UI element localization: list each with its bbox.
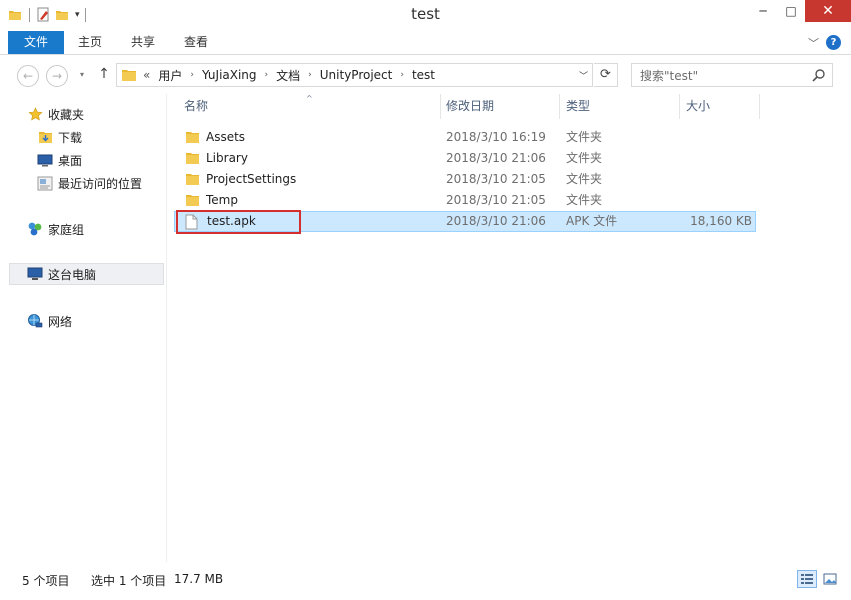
file-name: ProjectSettings (206, 172, 297, 186)
column-header-type[interactable]: 类型 (556, 94, 676, 119)
address-history-dropdown-icon[interactable]: ﹀ (579, 69, 588, 82)
breadcrumb-test[interactable]: test (412, 68, 435, 82)
file-name: Temp (206, 193, 238, 207)
nav-label: 家庭组 (48, 222, 85, 237)
nav-homegroup[interactable]: 家庭组 (26, 218, 182, 240)
pane-divider[interactable] (166, 94, 167, 562)
file-date: 2018/3/10 21:05 (446, 172, 546, 186)
large-icons-view-icon[interactable] (820, 570, 840, 588)
file-type: APK 文件 (566, 214, 618, 228)
nav-network[interactable]: 网络 (26, 310, 182, 332)
search-placeholder: 搜索"test" (640, 68, 699, 83)
chevron-right-icon[interactable]: › (400, 70, 404, 80)
file-date: 2018/3/10 21:05 (446, 193, 546, 207)
nav-favorites[interactable]: 收藏夹 (26, 103, 182, 125)
search-icon[interactable] (812, 68, 826, 85)
chevron-right-icon[interactable]: › (265, 70, 269, 80)
tab-share[interactable]: 共享 (123, 30, 163, 55)
file-name: Library (206, 151, 248, 165)
recent-places-icon (36, 175, 54, 191)
breadcrumb: 用户 › YuJiaXing › 文档 › UnityProject › tes… (158, 67, 435, 84)
help-icon[interactable]: ? (826, 35, 841, 50)
refresh-button[interactable]: ⟳ (594, 63, 618, 87)
folder-icon (121, 68, 137, 82)
tab-home[interactable]: 主页 (70, 30, 110, 55)
selection-count: 选中 1 个项目 (91, 574, 167, 588)
back-button[interactable]: ← (17, 65, 39, 87)
file-icon (185, 214, 198, 233)
chevron-right-icon[interactable]: › (308, 70, 312, 80)
nav-this-pc[interactable]: 这台电脑 (9, 263, 164, 285)
tab-file[interactable]: 文件 (8, 31, 64, 54)
close-button[interactable]: ✕ (805, 0, 851, 22)
nav-label: 这台电脑 (48, 267, 97, 282)
window-controls: ─ □ ✕ (749, 0, 851, 22)
nav-label: 网络 (48, 314, 73, 329)
nav-recent-places[interactable]: 最近访问的位置 (36, 172, 192, 194)
chevron-right-icon[interactable]: › (190, 70, 194, 80)
download-folder-icon (36, 129, 54, 145)
breadcrumb-yujiaxing[interactable]: YuJiaXing (202, 68, 257, 82)
navigation-bar: ← → ▾ ↑ « 用户 › YuJiaXing › 文档 › UnityPro… (0, 56, 851, 94)
file-type: 文件夹 (566, 130, 603, 144)
nav-desktop[interactable]: 桌面 (36, 149, 192, 171)
nav-label: 桌面 (58, 153, 83, 168)
address-bar[interactable]: « 用户 › YuJiaXing › 文档 › UnityProject › t… (116, 63, 593, 87)
file-date: 2018/3/10 21:06 (446, 151, 546, 165)
file-date: 2018/3/10 16:19 (446, 130, 546, 144)
nav-label: 最近访问的位置 (58, 176, 143, 191)
file-name: Assets (206, 130, 246, 144)
nav-label: 收藏夹 (48, 107, 85, 122)
folder-icon (185, 193, 200, 210)
maximize-button[interactable]: □ (777, 0, 805, 22)
computer-icon (26, 266, 44, 282)
search-input[interactable]: 搜索"test" (631, 63, 833, 87)
table-row[interactable]: ProjectSettings 2018/3/10 21:05 文件夹 (174, 169, 756, 190)
network-icon (26, 313, 44, 329)
file-type: 文件夹 (566, 151, 603, 165)
table-row-selected[interactable]: test.apk 2018/3/10 21:06 APK 文件 18,160 K… (174, 211, 756, 232)
nav-label: 下载 (58, 130, 83, 145)
file-type: 文件夹 (566, 172, 603, 186)
breadcrumb-unityproject[interactable]: UnityProject (320, 68, 393, 82)
file-type: 文件夹 (566, 193, 603, 207)
breadcrumb-documents[interactable]: 文档 (276, 67, 300, 84)
homegroup-icon (26, 221, 44, 237)
column-header-size[interactable]: 大小 (676, 94, 756, 119)
breadcrumb-users[interactable]: 用户 (158, 67, 182, 84)
star-icon (26, 106, 44, 122)
recent-locations-dropdown-icon[interactable]: ▾ (80, 70, 84, 79)
forward-button[interactable]: → (46, 65, 68, 87)
table-row[interactable]: Assets 2018/3/10 16:19 文件夹 (174, 127, 756, 148)
file-date: 2018/3/10 21:06 (446, 214, 546, 228)
nav-downloads[interactable]: 下载 (36, 126, 192, 148)
minimize-button[interactable]: ─ (749, 0, 777, 22)
details-view-icon[interactable] (797, 570, 817, 588)
table-row[interactable]: Library 2018/3/10 21:06 文件夹 (174, 148, 756, 169)
folder-icon (185, 151, 200, 168)
window-title: test (411, 5, 440, 23)
expand-ribbon-chevron-icon[interactable]: ﹀ (808, 35, 819, 51)
status-bar: 5 个项目 选中 1 个项目 17.7 MB (0, 562, 851, 596)
column-header-name[interactable]: 名称 (174, 94, 440, 119)
up-button[interactable]: ↑ (95, 66, 113, 86)
table-row[interactable]: Temp 2018/3/10 21:05 文件夹 (174, 190, 756, 211)
navigation-pane: 收藏夹 下载 桌面 最近访问的位置 家庭组 这台电脑 网络 (0, 94, 166, 562)
tab-view[interactable]: 查看 (176, 30, 216, 55)
file-size: 18,160 KB (690, 214, 752, 228)
selection-size: 17.7 MB (174, 572, 224, 586)
title-bar: ▾ test ─ □ ✕ (0, 0, 851, 30)
breadcrumb-overflow[interactable]: « (143, 68, 150, 82)
folder-icon (185, 172, 200, 189)
folder-icon (185, 130, 200, 147)
column-separator[interactable] (759, 94, 760, 119)
ribbon-tabs: 文件 主页 共享 查看 ﹀ ? (0, 30, 851, 55)
item-count: 5 个项目 (22, 574, 70, 588)
desktop-icon (36, 152, 54, 168)
file-name: test.apk (207, 214, 256, 228)
column-header-date-modified[interactable]: 修改日期 (436, 94, 556, 119)
file-list: ^ 名称 修改日期 类型 大小 Assets 2018/3/10 16:19 文… (174, 94, 851, 562)
